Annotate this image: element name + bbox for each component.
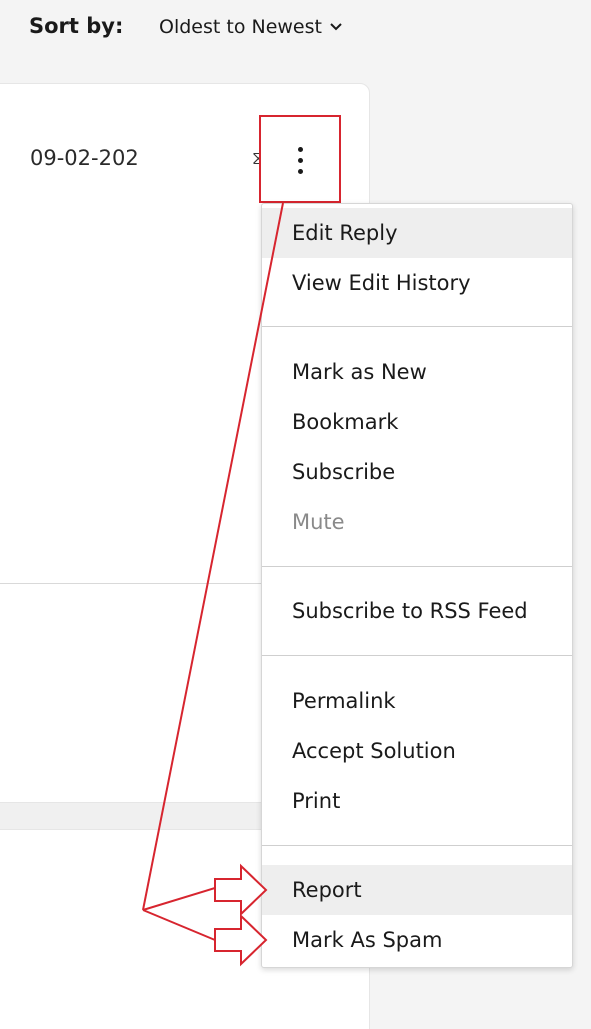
menu-item-accept-solution[interactable]: Accept Solution — [262, 726, 572, 776]
menu-item-edit-reply[interactable]: Edit Reply — [262, 208, 572, 258]
menu-item-mute: Mute — [292, 510, 345, 534]
sort-label: Sort by: — [29, 14, 124, 38]
vertical-ellipsis-icon — [298, 158, 303, 163]
chevron-down-icon — [330, 23, 342, 31]
menu-item-report[interactable]: Report — [262, 865, 572, 915]
menu-divider — [262, 655, 572, 656]
sort-dropdown[interactable]: Oldest to Newest — [159, 16, 344, 38]
menu-item-view-edit-history[interactable]: View Edit History — [262, 258, 572, 308]
menu-item-print[interactable]: Print — [262, 776, 572, 826]
menu-item-permalink[interactable]: Permalink — [262, 676, 572, 726]
vertical-ellipsis-icon — [298, 147, 303, 152]
menu-divider — [262, 845, 572, 846]
menu-item-bookmark[interactable]: Bookmark — [262, 397, 572, 447]
vertical-ellipsis-icon — [298, 169, 303, 174]
menu-item-subscribe-rss[interactable]: Subscribe to RSS Feed — [262, 586, 572, 636]
sort-selected-value: Oldest to Newest — [159, 16, 322, 38]
more-options-button[interactable] — [259, 115, 341, 203]
menu-item-mark-as-spam[interactable]: Mark As Spam — [262, 915, 572, 965]
menu-item-mark-as-new[interactable]: Mark as New — [262, 347, 572, 397]
menu-item-subscribe[interactable]: Subscribe — [262, 447, 572, 497]
menu-divider — [262, 566, 572, 567]
options-menu: Edit Reply View Edit History Mark as New… — [261, 203, 573, 968]
post-date: 09-02-202 — [30, 146, 139, 170]
sort-bar: Sort by: Oldest to Newest — [0, 0, 591, 60]
menu-divider — [262, 326, 572, 327]
